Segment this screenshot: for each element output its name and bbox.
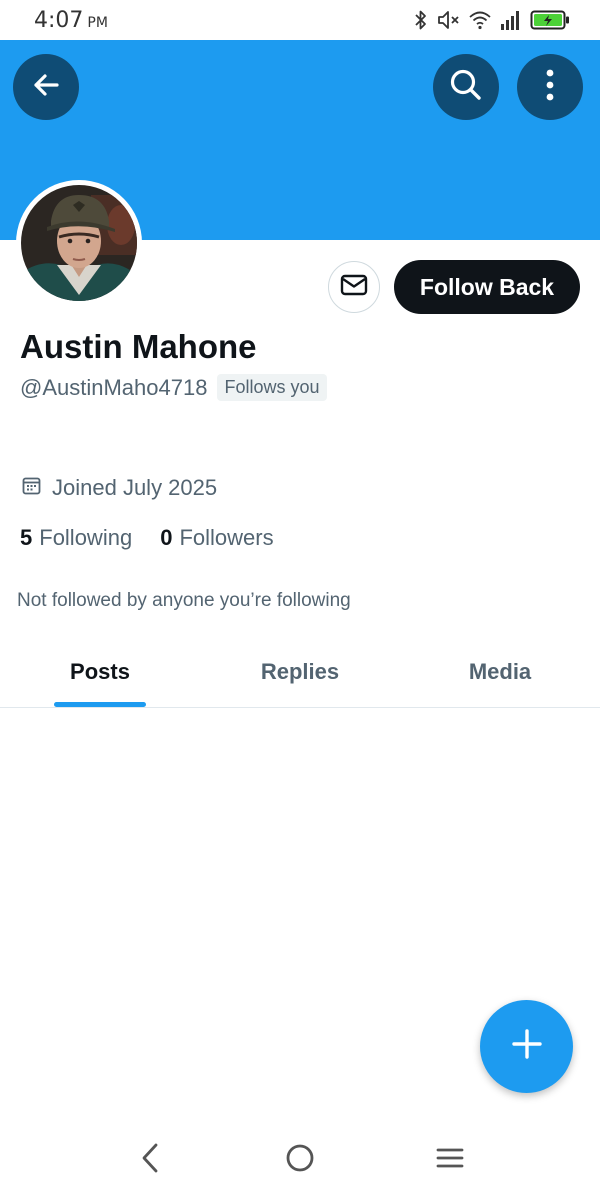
follow-stats: 5 Following 0 Followers <box>20 525 274 551</box>
nav-home-icon <box>285 1143 315 1178</box>
search-icon <box>448 67 484 108</box>
joined-date-row: Joined July 2025 <box>22 475 217 501</box>
following-stat[interactable]: 5 Following <box>20 525 132 551</box>
more-options-button[interactable] <box>517 54 583 120</box>
user-handle: @AustinMaho4718 <box>20 374 208 400</box>
avatar-photo <box>21 185 137 301</box>
followers-label: Followers <box>179 525 274 550</box>
mute-icon <box>436 9 460 31</box>
search-button[interactable] <box>433 54 499 120</box>
avatar[interactable] <box>16 180 142 306</box>
tab-posts[interactable]: Posts <box>0 636 200 707</box>
nav-recents-button[interactable] <box>420 1140 480 1180</box>
follows-you-badge: Follows you <box>217 374 327 401</box>
tab-media[interactable]: Media <box>400 636 600 707</box>
tab-label: Media <box>468 658 532 684</box>
joined-date: Joined July 2025 <box>52 475 218 500</box>
plus-icon <box>511 1029 542 1064</box>
tab-replies[interactable]: Replies <box>200 636 400 707</box>
status-clock: 4:07 <box>34 8 84 33</box>
display-name: Austin Mahone <box>20 328 257 365</box>
arrow-left-icon <box>29 68 63 107</box>
system-nav-bar <box>0 1120 600 1200</box>
status-icons <box>414 8 570 32</box>
followers-stat[interactable]: 0 Followers <box>160 525 273 551</box>
status-time: 4:07 PM <box>34 8 108 33</box>
envelope-icon <box>340 273 368 302</box>
tab-label: Posts <box>70 658 130 684</box>
mutual-followers-text: Not followed by anyone you’re following <box>17 590 351 611</box>
following-label: Following <box>39 525 133 550</box>
handle-row: @AustinMaho4718 Follows you <box>20 374 327 401</box>
bluetooth-icon <box>414 9 428 31</box>
back-button[interactable] <box>13 54 79 120</box>
nav-back-button[interactable] <box>120 1140 180 1180</box>
status-bar: 4:07 PM <box>0 0 600 40</box>
tab-label: Replies <box>260 658 340 684</box>
nav-back-icon <box>140 1142 160 1179</box>
nav-recents-icon <box>436 1146 464 1175</box>
calendar-icon <box>22 476 41 500</box>
signal-icon <box>500 9 522 31</box>
follow-back-button[interactable]: Follow Back <box>394 260 580 314</box>
status-ampm: PM <box>87 15 108 31</box>
following-count: 5 <box>20 525 33 550</box>
nav-home-button[interactable] <box>270 1140 330 1180</box>
profile-tabs: Posts Replies Media <box>0 636 600 708</box>
more-vertical-icon <box>545 68 555 107</box>
wifi-icon <box>468 9 492 31</box>
followers-count: 0 <box>160 525 173 550</box>
compose-post-button[interactable] <box>480 1000 573 1093</box>
active-tab-indicator <box>54 702 146 707</box>
battery-charging-icon <box>530 9 570 31</box>
message-button[interactable] <box>328 261 380 313</box>
